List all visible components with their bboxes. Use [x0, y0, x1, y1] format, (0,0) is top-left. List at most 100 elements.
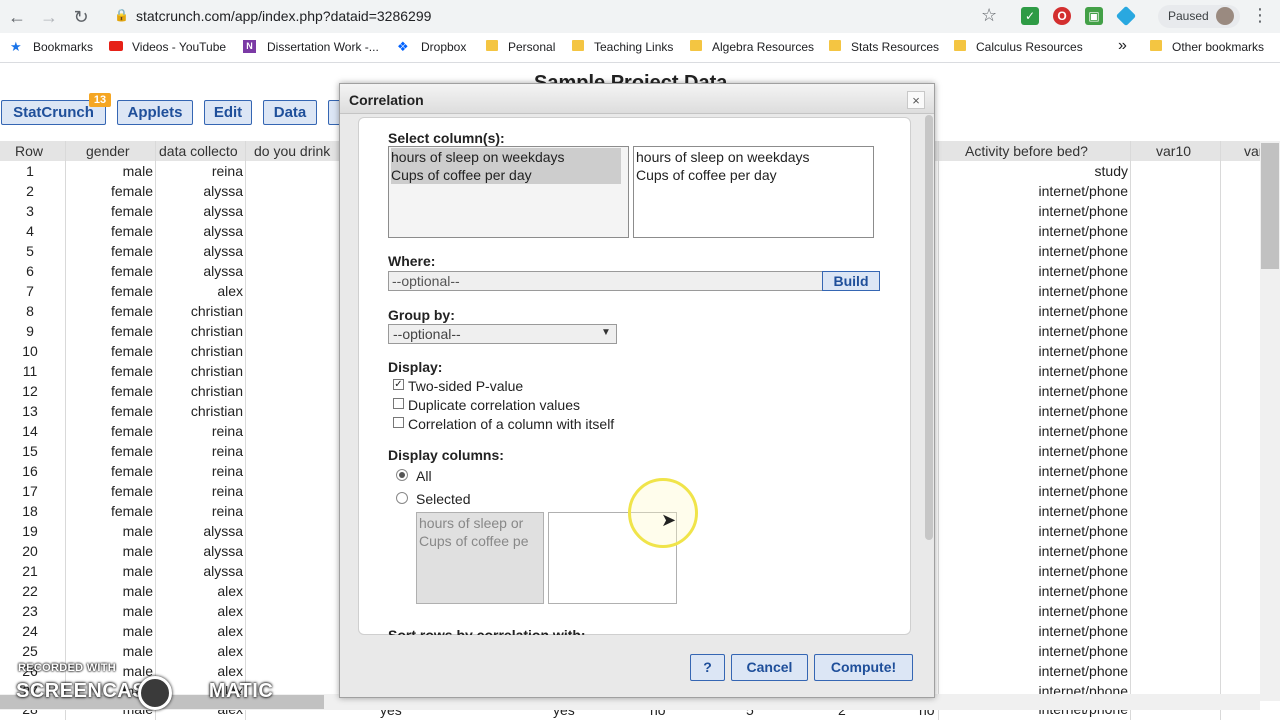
lock-icon[interactable]: 🔒 — [114, 7, 129, 23]
help-button[interactable]: ? — [690, 654, 725, 681]
bookmark-star-icon[interactable]: ☆ — [981, 5, 997, 26]
cell-gender[interactable]: male — [65, 563, 153, 579]
applets-menu-button[interactable]: Applets — [117, 100, 193, 125]
cell-activity[interactable]: internet/phone — [938, 383, 1128, 399]
cell-activity[interactable]: internet/phone — [938, 643, 1128, 659]
cell-collector[interactable]: alyssa — [155, 223, 243, 239]
cell-gender[interactable]: female — [65, 423, 153, 439]
cell-activity[interactable]: internet/phone — [938, 523, 1128, 539]
cell-collector[interactable]: alex — [155, 663, 243, 679]
cell-activity[interactable]: internet/phone — [938, 283, 1128, 299]
header-gender[interactable]: gender — [86, 143, 130, 159]
cell-gender[interactable]: female — [65, 363, 153, 379]
list-item[interactable]: hours of sleep on weekdays — [391, 148, 621, 166]
cell-activity[interactable]: internet/phone — [938, 263, 1128, 279]
cell-collector[interactable]: christian — [155, 303, 243, 319]
reload-icon[interactable]: ↻ — [70, 6, 92, 28]
bookmark-bookmarks[interactable]: Bookmarks — [33, 40, 93, 54]
bookmark-teaching-links[interactable]: Teaching Links — [594, 40, 673, 54]
dialog-scrollbar-thumb[interactable] — [925, 115, 933, 540]
bookmark-stats[interactable]: Stats Resources — [851, 40, 939, 54]
list-item[interactable]: hours of sleep on weekdays — [636, 148, 810, 166]
cell-gender[interactable]: male — [65, 583, 153, 599]
cell-activity[interactable]: internet/phone — [938, 203, 1128, 219]
check-extension-icon[interactable]: ✓ — [1021, 7, 1039, 25]
bookmark-youtube[interactable]: Videos - YouTube — [132, 40, 226, 54]
cell-collector[interactable]: reina — [155, 463, 243, 479]
cell-gender[interactable]: male — [65, 623, 153, 639]
cell-gender[interactable]: female — [65, 503, 153, 519]
cell-collector[interactable]: christian — [155, 403, 243, 419]
cell-activity[interactable]: internet/phone — [938, 583, 1128, 599]
cell-activity[interactable]: internet/phone — [938, 423, 1128, 439]
cell-gender[interactable]: female — [65, 223, 153, 239]
bookmark-algebra[interactable]: Algebra Resources — [712, 40, 814, 54]
cell-activity[interactable]: internet/phone — [938, 323, 1128, 339]
opera-extension-icon[interactable]: O — [1053, 7, 1071, 25]
header-do-you-drink[interactable]: do you drink — [254, 143, 340, 159]
cell-collector[interactable]: alyssa — [155, 523, 243, 539]
dialog-titlebar[interactable] — [340, 84, 934, 114]
bookmark-dropbox[interactable]: Dropbox — [421, 40, 466, 54]
list-item[interactable]: Cups of coffee per day — [636, 166, 777, 184]
cell-gender[interactable]: female — [65, 283, 153, 299]
cell-activity[interactable]: internet/phone — [938, 403, 1128, 419]
bookmark-personal[interactable]: Personal — [508, 40, 555, 54]
header-var10[interactable]: var10 — [1156, 143, 1191, 159]
cell-collector[interactable]: reina — [155, 443, 243, 459]
cell-activity[interactable]: internet/phone — [938, 303, 1128, 319]
edit-menu-button[interactable]: Edit — [204, 100, 252, 125]
cell-gender[interactable]: female — [65, 343, 153, 359]
data-menu-button[interactable]: Data — [263, 100, 317, 125]
cell-gender[interactable]: male — [65, 603, 153, 619]
cell-gender[interactable]: male — [65, 523, 153, 539]
self-correlation-checkbox[interactable] — [393, 417, 404, 428]
cell-activity[interactable]: internet/phone — [938, 223, 1128, 239]
header-var11[interactable]: var1 — [1244, 143, 1260, 159]
cell-collector[interactable]: christian — [155, 363, 243, 379]
cell-collector[interactable]: alyssa — [155, 263, 243, 279]
cell-gender[interactable]: female — [65, 323, 153, 339]
cell-collector[interactable]: alex — [155, 583, 243, 599]
url-text[interactable]: statcrunch.com/app/index.php?dataid=3286… — [136, 8, 431, 24]
available-columns-list[interactable]: hours of sleep on weekdays Cups of coffe… — [388, 146, 629, 238]
vertical-scrollbar-thumb[interactable] — [1261, 143, 1279, 269]
cell-gender[interactable]: female — [65, 243, 153, 259]
compute-button[interactable]: Compute! — [814, 654, 913, 681]
cell-gender[interactable]: female — [65, 463, 153, 479]
cancel-button[interactable]: Cancel — [731, 654, 808, 681]
cell-activity[interactable]: internet/phone — [938, 463, 1128, 479]
cell-activity[interactable]: internet/phone — [938, 663, 1128, 679]
cell-activity[interactable]: internet/phone — [938, 503, 1128, 519]
cell-activity[interactable]: internet/phone — [938, 243, 1128, 259]
cell-collector[interactable]: reina — [155, 483, 243, 499]
cell-collector[interactable]: christian — [155, 383, 243, 399]
classroom-extension-icon[interactable]: ▣ — [1085, 7, 1103, 25]
kebab-menu-icon[interactable]: ⋮ — [1251, 5, 1269, 26]
where-input[interactable]: --optional-- — [388, 271, 824, 291]
cell-collector[interactable]: alex — [155, 623, 243, 639]
back-icon[interactable]: ← — [6, 6, 28, 28]
cell-collector[interactable]: alyssa — [155, 203, 243, 219]
cell-collector[interactable]: alex — [155, 643, 243, 659]
cell-gender[interactable]: female — [65, 203, 153, 219]
cell-gender[interactable]: male — [65, 643, 153, 659]
cell-gender[interactable]: female — [65, 403, 153, 419]
bookmark-calculus[interactable]: Calculus Resources — [976, 40, 1083, 54]
cell-collector[interactable]: christian — [155, 343, 243, 359]
cell-collector[interactable]: alyssa — [155, 183, 243, 199]
cell-gender[interactable]: male — [65, 543, 153, 559]
cell-activity[interactable]: internet/phone — [938, 443, 1128, 459]
cell-activity[interactable]: internet/phone — [938, 623, 1128, 639]
header-data-collector[interactable]: data collecto — [159, 143, 245, 159]
bookmark-other[interactable]: Other bookmarks — [1172, 40, 1264, 54]
display-selected-radio[interactable] — [396, 492, 408, 504]
header-activity[interactable]: Activity before bed? — [965, 143, 1088, 159]
cell-activity[interactable]: internet/phone — [938, 183, 1128, 199]
cell-activity[interactable]: study — [938, 163, 1128, 179]
cell-activity[interactable]: internet/phone — [938, 603, 1128, 619]
cell-activity[interactable]: internet/phone — [938, 563, 1128, 579]
cell-collector[interactable]: alyssa — [155, 543, 243, 559]
cell-collector[interactable]: alex — [155, 283, 243, 299]
cell-collector[interactable]: alyssa — [155, 563, 243, 579]
